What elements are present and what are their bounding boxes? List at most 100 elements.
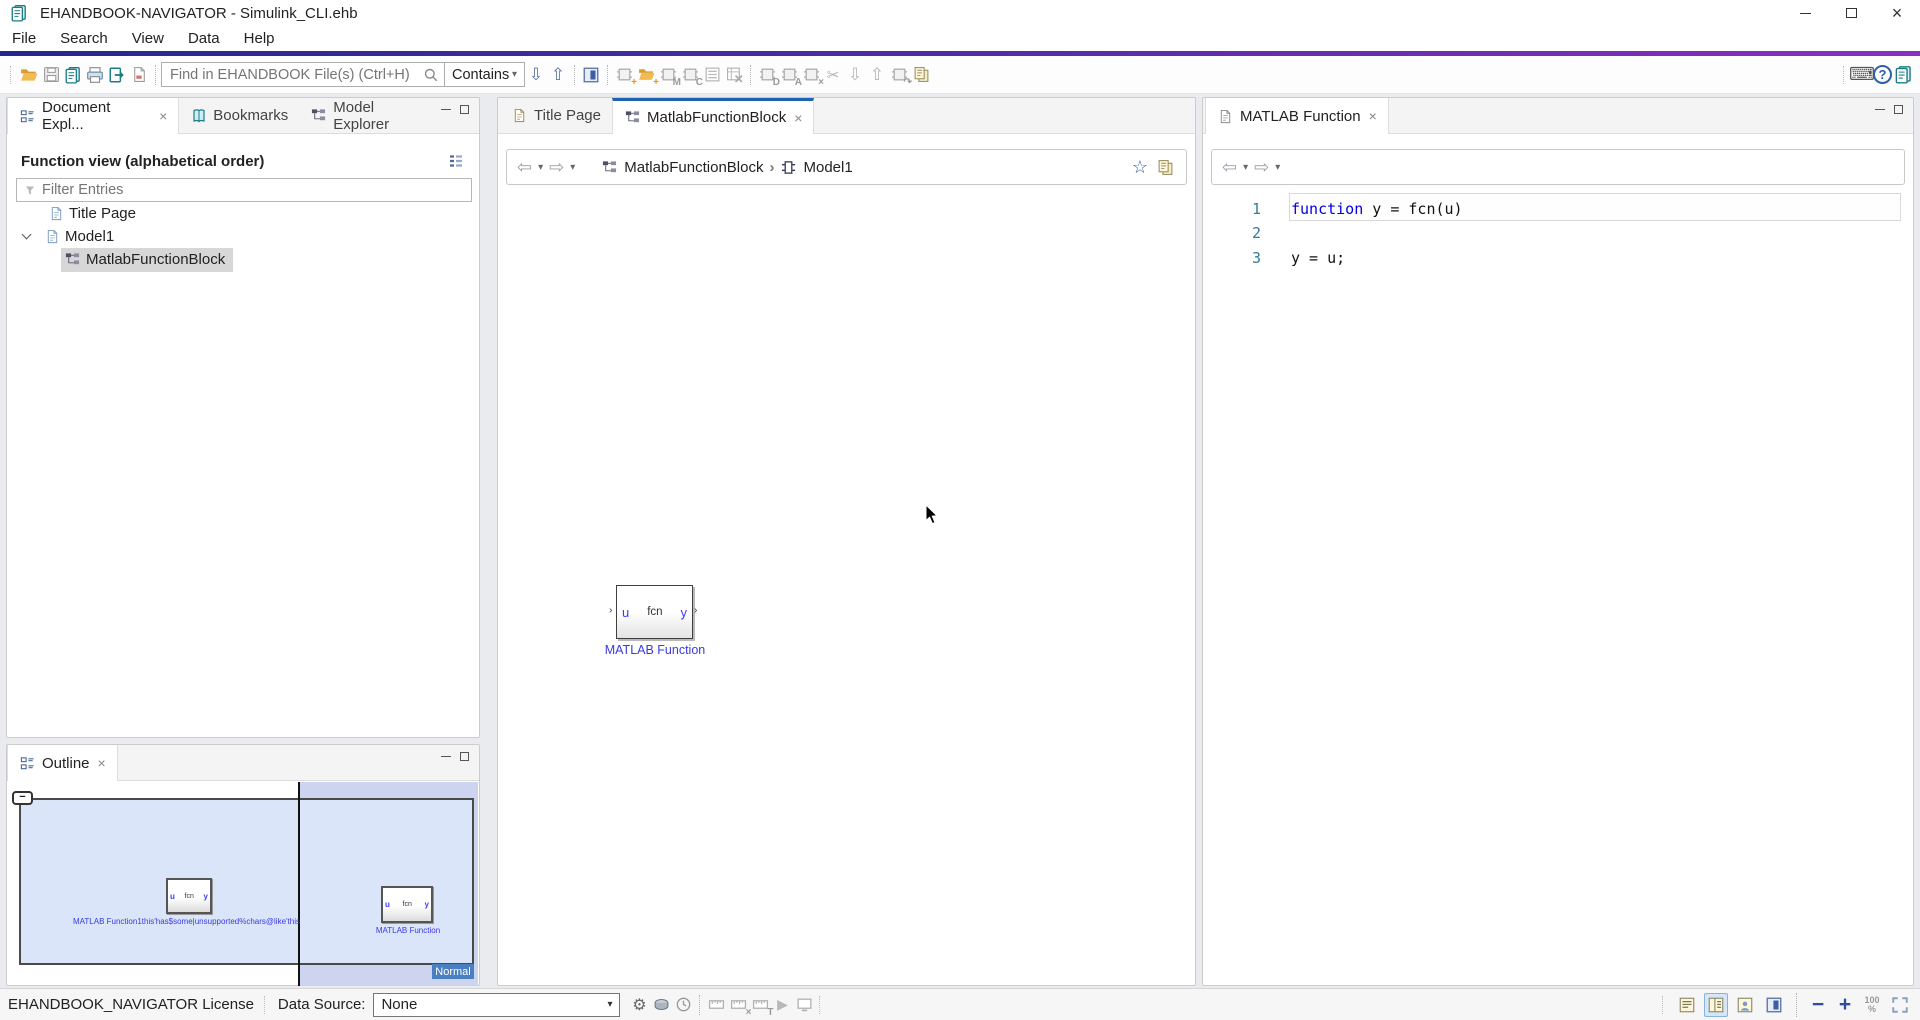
history-icon[interactable] [672,994,694,1016]
data-source-dropdown[interactable]: None ▾ [373,993,620,1017]
measurement-label-icon[interactable]: T [749,994,771,1016]
maximize-panel-icon[interactable] [1894,105,1903,114]
split-view-icon[interactable] [1704,993,1728,1017]
find-search-box[interactable] [161,62,445,87]
forward-icon[interactable]: ⇨ [1254,157,1269,178]
export-icon[interactable] [106,64,128,86]
menu-help[interactable]: Help [232,28,287,49]
cut-connections-icon[interactable]: ✂ [822,64,844,86]
code-line[interactable]: 2 [1203,220,1913,245]
toolbar-drag-handle[interactable] [1843,66,1847,84]
maximize-panel-icon[interactable] [460,105,469,114]
tab-matlab-function[interactable]: MATLAB Function × [1205,98,1389,134]
report-view-icon[interactable] [580,64,602,86]
fit-to-screen-icon[interactable] [1888,993,1912,1017]
block-measure-icon[interactable]: M [657,64,679,86]
close-icon[interactable]: × [794,110,802,126]
print-icon[interactable] [84,64,106,86]
tab-model-explorer[interactable]: Model Explorer [299,98,441,133]
menu-view[interactable]: View [120,28,176,49]
forward-icon[interactable]: ⇨ [549,157,564,178]
breadcrumb-item-2[interactable]: Model1 [803,159,852,176]
move-up-icon[interactable]: ⇧ [866,64,888,86]
back-history-icon[interactable]: ▾ [1243,162,1248,173]
close-icon[interactable]: × [1369,108,1377,124]
display-icon[interactable] [793,994,815,1016]
find-next-icon[interactable]: ⇩ [525,64,547,86]
minimize-panel-icon[interactable] [441,109,451,110]
menu-file[interactable]: File [0,28,48,49]
forward-history-icon[interactable]: ▾ [570,162,575,173]
forward-history-icon[interactable]: ▾ [1275,162,1280,173]
maximize-button[interactable] [1828,0,1874,26]
open-file-icon[interactable] [18,64,40,86]
remove-block-icon[interactable]: × [800,64,822,86]
save-icon[interactable] [40,64,62,86]
code-editor[interactable]: 1 function y = fcn(u) 2 3 y = u; [1203,196,1913,985]
list-view-icon[interactable] [701,64,723,86]
find-previous-icon[interactable]: ⇧ [547,64,569,86]
measurement-icon[interactable] [705,994,727,1016]
perspective-icon[interactable] [1892,64,1914,86]
find-search-input[interactable] [170,67,422,83]
menu-data[interactable]: Data [176,28,232,49]
measurement-remove-icon[interactable]: × [727,994,749,1016]
tab-title-page[interactable]: Title Page [500,98,612,133]
zoom-out-button[interactable]: − [1807,993,1829,1017]
minimize-button[interactable] [1782,0,1828,26]
pdf-export-icon[interactable] [128,64,150,86]
code-line[interactable]: 3 y = u; [1203,245,1913,270]
tab-outline[interactable]: Outline × [7,745,118,781]
bookmark-star-icon[interactable]: ☆ [1132,157,1148,178]
table-remove-icon[interactable] [723,64,745,86]
filter-input[interactable] [42,182,465,198]
collapse-button[interactable]: − [12,791,33,805]
back-icon[interactable]: ⇦ [517,157,532,178]
view-menu-icon[interactable] [445,150,467,172]
close-icon[interactable]: × [159,108,167,124]
keyboard-shortcuts-icon[interactable]: ⌨ [1851,64,1873,86]
add-function-block-icon[interactable]: + [613,64,635,86]
gear-icon[interactable]: ⚙ [628,994,650,1016]
data-layers-icon[interactable] [650,994,672,1016]
zoom-in-button[interactable]: + [1834,993,1856,1017]
search-icon[interactable] [422,64,440,86]
selected-tree-item[interactable]: MatlabFunctionBlock [61,248,233,272]
show-dd-icon[interactable]: D [756,64,778,86]
tree-item-title-page[interactable]: Title Page [7,202,479,225]
block-calibration-icon[interactable]: C [679,64,701,86]
zoom-100-button[interactable]: 100 % [1861,996,1883,1014]
show-a2l-icon[interactable]: A [778,64,800,86]
reading-view-icon[interactable] [1675,993,1699,1017]
menu-search[interactable]: Search [48,28,120,49]
duplicate-view-icon[interactable] [910,64,932,86]
jump-to-icon[interactable]: ↷ [888,64,910,86]
matlab-function-block[interactable]: u fcn y [616,585,693,639]
contains-dropdown[interactable]: Contains ▾ [445,62,525,87]
maximize-panel-icon[interactable] [460,752,469,761]
tab-document-explorer[interactable]: Document Expl... × [7,98,179,134]
move-down-icon[interactable]: ⇩ [844,64,866,86]
breadcrumb-item-1[interactable]: MatlabFunctionBlock [624,159,763,176]
close-icon[interactable]: × [98,755,106,771]
expander-chevron-icon[interactable] [22,230,32,240]
help-icon[interactable]: ? [1873,65,1892,84]
tab-bookmarks[interactable]: Bookmarks [179,98,299,133]
code-line[interactable]: 1 function y = fcn(u) [1203,196,1913,221]
minimize-panel-icon[interactable] [1875,109,1885,110]
toolbar-drag-handle[interactable] [10,66,14,84]
play-icon[interactable]: ▶ [771,994,793,1016]
close-button[interactable]: × [1874,0,1920,26]
filter-box[interactable] [16,178,472,202]
open-ehandbook-icon[interactable] [62,64,84,86]
minimize-panel-icon[interactable] [441,756,451,757]
tree-item-model1[interactable]: Model1 [7,225,479,248]
back-icon[interactable]: ⇦ [1222,157,1237,178]
presentation-view-icon[interactable] [1733,993,1757,1017]
add-folder-icon[interactable]: + [635,64,657,86]
copy-view-icon[interactable] [1154,156,1176,178]
app-window-icon[interactable] [1762,993,1786,1017]
tree-item-matlabfunctionblock[interactable]: MatlabFunctionBlock [7,248,479,271]
tab-matlabfunctionblock[interactable]: MatlabFunctionBlock × [612,98,814,134]
back-history-icon[interactable]: ▾ [538,162,543,173]
